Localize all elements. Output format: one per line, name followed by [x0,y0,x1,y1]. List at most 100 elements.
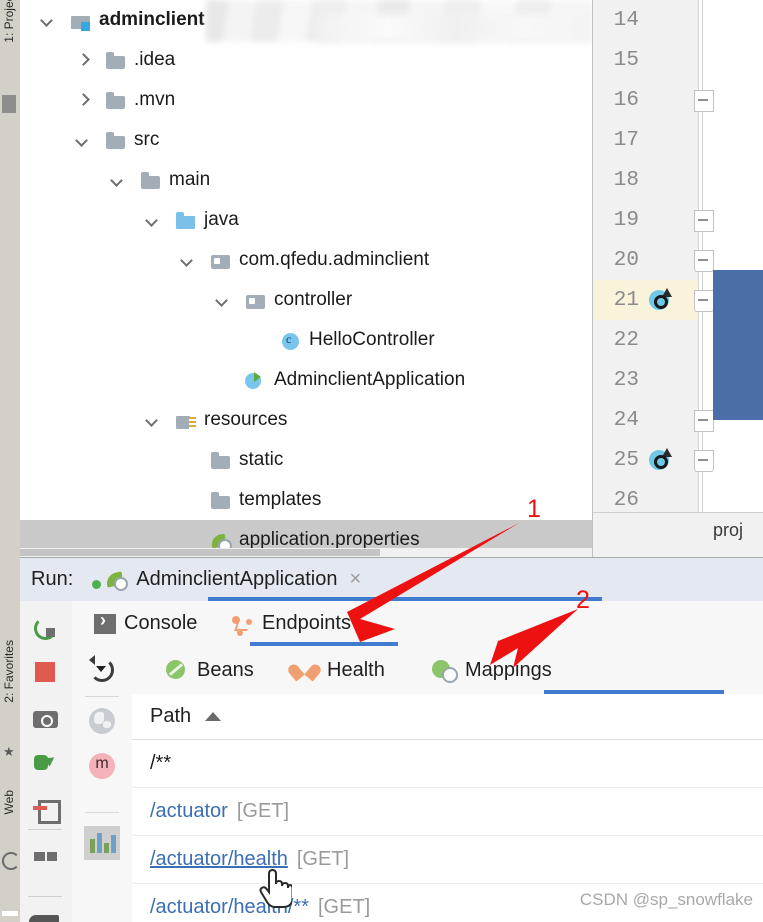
fold-marker[interactable] [694,90,714,112]
tree-node--idea[interactable]: .idea [20,40,592,80]
export-button[interactable] [33,797,61,824]
tree-node-com-qfedu-adminclient[interactable]: com.qfedu.adminclient [20,240,592,280]
code-editor: 14 15 16 17 18 19 20 21 22 23 24 25 26 proj [592,0,763,558]
running-status-dot [92,580,101,589]
tab-beans[interactable]: Beans [164,646,254,694]
tree-node-controller[interactable]: controller [20,280,592,320]
chart-button[interactable] [84,826,120,860]
line-number: 16 [613,88,639,112]
sort-ascending-icon[interactable] [205,712,222,721]
tree-node-java[interactable]: java [20,200,592,240]
fold-marker[interactable] [694,410,714,432]
mapping-method: [GET] [236,800,290,822]
annotation-number-1: 1 [527,495,541,523]
run-configuration-tab[interactable]: AdminclientApplication × [106,568,361,591]
table-header-row[interactable]: Path [132,694,763,740]
chevron-down-icon[interactable] [96,666,106,672]
tab-beans-label: Beans [197,658,254,681]
tree-node-resources[interactable]: resources [20,400,592,440]
tree-node-static[interactable]: static [20,440,592,480]
run-window-header: Run: AdminclientApplication × [20,558,763,602]
endpoints-icon [230,613,254,635]
fold-marker[interactable] [694,290,714,312]
fold-marker[interactable] [694,250,714,272]
debug-button[interactable] [33,751,59,777]
tab-endpoints[interactable]: Endpoints [230,601,351,646]
folder-source-icon [175,210,197,230]
strip-scrollbar[interactable] [2,911,18,916]
tab-console-label: Console [124,612,198,634]
tree-node-label: static [239,449,284,470]
sidebar-tab-favorites[interactable]: 2: Favorites [2,640,16,703]
pin-button[interactable] [29,913,59,922]
spring-properties-icon [210,530,232,553]
globe-button[interactable] [89,708,115,734]
editor-line-24: 24 [593,400,698,440]
editor-line-20: 20 [593,240,698,280]
maven-button[interactable]: m [89,753,115,779]
tree-node-main[interactable]: main [20,160,592,200]
run-gutter-icon[interactable] [649,448,673,472]
tab-console[interactable]: Console [94,601,197,646]
chevron-down-icon[interactable] [215,292,231,308]
table-row[interactable]: /actuator/health [GET] [132,836,763,884]
editor-line-14: 14 [593,0,698,40]
chevron-down-icon[interactable] [145,412,161,428]
tree-horizontal-scrollbar[interactable] [20,548,592,557]
toolbar-divider [85,812,119,813]
chevron-right-icon[interactable] [75,52,91,68]
rerun-button[interactable] [33,615,59,641]
run-gutter-icon[interactable] [649,288,673,312]
tree-node-label: src [134,129,160,150]
chevron-right-icon[interactable] [75,92,91,108]
tree-node-label: com.qfedu.adminclient [239,249,430,270]
watermark: CSDN @sp_snowflake [579,890,753,909]
mapping-path-link[interactable]: /actuator [150,800,228,823]
blurred-path-region-2 [320,14,592,42]
line-number: 24 [613,408,639,432]
chevron-down-icon[interactable] [75,132,91,148]
tree-node-label: .mvn [134,89,176,110]
chevron-down-icon[interactable] [110,172,126,188]
tree-node-templates[interactable]: templates [20,480,592,520]
line-number: 15 [613,48,639,72]
package-icon [210,250,232,270]
screenshot-button[interactable] [33,706,59,732]
sidebar-tab-project[interactable]: 1: Project [2,0,16,43]
endpoints-inner-tabs: Beans Health Mappings [132,646,763,695]
scrollbar-thumb[interactable] [20,549,380,556]
tree-node-hellocontroller[interactable]: HelloController [20,320,592,360]
layout-button[interactable] [33,849,59,875]
chevron-down-icon[interactable] [40,12,56,28]
tree-node-src[interactable]: src [20,120,592,160]
folder-module-icon [70,10,92,31]
endpoints-side-toolbar: m [72,646,133,922]
run-arrow-icon [662,448,672,457]
chevron-down-icon[interactable] [180,252,196,268]
tree-node-adminclientapplication[interactable]: AdminclientApplication [20,360,592,400]
console-icon [94,610,116,634]
mappings-table: Path /** /actuator [GET] /actuator/health [G… [132,694,763,922]
tree-node--mvn[interactable]: .mvn [20,80,592,120]
run-label: Run: [31,568,74,590]
editor-line-19: 19 [593,200,698,240]
tab-health[interactable]: Health [294,646,385,694]
tab-mappings[interactable]: Mappings [432,646,552,694]
table-row[interactable]: /** [132,740,763,788]
line-number: 18 [613,168,639,192]
sidebar-tab-web[interactable]: Web [2,790,16,814]
stop-button[interactable] [33,660,59,686]
close-icon[interactable]: × [349,568,361,591]
tab-health-label: Health [327,658,385,681]
beans-icon [164,659,188,681]
java-class-icon [280,330,302,350]
folder-icon [140,170,162,190]
chevron-down-icon[interactable] [145,212,161,228]
table-row[interactable]: /actuator [GET] [132,788,763,836]
column-header-path: Path [150,705,192,727]
fold-marker[interactable] [694,210,714,232]
fold-marker[interactable] [694,450,714,472]
selected-code-block [713,270,763,420]
